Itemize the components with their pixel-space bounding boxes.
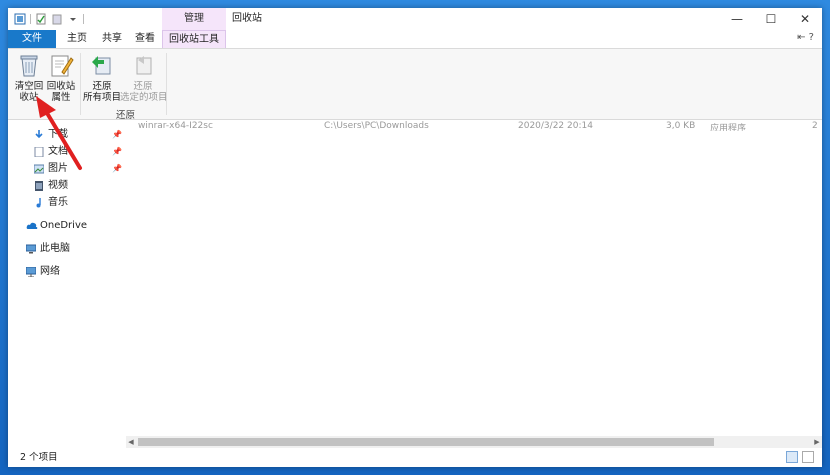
pin-icon[interactable]: 📌 <box>112 164 122 173</box>
details-view-icon[interactable] <box>786 451 798 463</box>
tab-file[interactable]: 文件 <box>8 30 56 48</box>
explorer-app-icon <box>14 13 26 25</box>
restore-selected-icon <box>130 52 156 78</box>
scroll-left-icon[interactable]: ◀ <box>126 436 136 448</box>
recycle-bin-icon <box>16 52 42 78</box>
nav-item-videos[interactable]: 视频 <box>34 178 68 194</box>
nav-label-downloads: 下载 <box>48 129 68 140</box>
nav-label-onedrive: OneDrive <box>40 220 88 231</box>
restore-all-label: 还原 所有项目 <box>82 81 121 103</box>
close-button[interactable]: ✕ <box>788 8 822 30</box>
pin-icon[interactable]: 📌 <box>112 147 122 156</box>
item-count: 2 个项目 <box>20 452 58 463</box>
pin-icon[interactable]: 📌 <box>112 130 122 139</box>
nav-item-onedrive[interactable]: OneDrive <box>26 218 87 234</box>
nav-item-this-pc[interactable]: 此电脑 <box>25 241 70 257</box>
nav-label-documents: 文档 <box>48 146 68 157</box>
window-title: 回收站 <box>232 13 262 24</box>
nav-label-network: 网络 <box>40 266 60 277</box>
recycle-bin-properties-button[interactable]: 回收站 属性 <box>46 52 76 103</box>
empty-recycle-bin-button[interactable]: 清空回 收站 <box>12 52 46 103</box>
tab-view[interactable]: 查看 <box>130 30 160 48</box>
video-icon <box>34 181 44 191</box>
context-group-label: 管理 <box>162 8 226 30</box>
music-note-icon <box>34 198 44 208</box>
nav-label-music: 音乐 <box>48 197 68 208</box>
computer-icon <box>25 244 37 254</box>
ribbon: 清空回 收站 回收站 属性 还原 所有项目 还原 选定的项目 还原 <box>8 49 822 121</box>
file-row-extra: 2 <box>812 121 818 131</box>
properties-pencil-icon <box>48 52 74 78</box>
restore-selected-button[interactable]: 还原 选定的项目 <box>120 52 168 103</box>
ribbon-tabs: 文件 主页 共享 查看 回收站工具 ⇤ ? <box>8 30 822 49</box>
qat-separator-2 <box>83 14 84 24</box>
restore-all-button[interactable]: 还原 所有项目 <box>82 52 122 103</box>
cloud-icon <box>26 221 38 231</box>
restore-all-icon <box>89 52 115 78</box>
maximize-button[interactable]: ☐ <box>754 8 788 30</box>
nav-label-videos: 视频 <box>48 180 68 191</box>
qat-dropdown-icon[interactable] <box>67 13 79 25</box>
quick-access-toolbar <box>14 12 84 26</box>
restore-group-label: 还原 <box>116 110 136 121</box>
properties-icon[interactable] <box>35 13 47 25</box>
title-bar: 管理 回收站 — ☐ ✕ <box>8 8 822 30</box>
download-arrow-icon <box>34 130 44 140</box>
nav-item-downloads[interactable]: 下载 <box>34 127 68 143</box>
new-folder-icon[interactable] <box>51 13 63 25</box>
minimize-button[interactable]: — <box>720 8 754 30</box>
network-icon <box>25 266 37 278</box>
file-list[interactable]: winrar-x64-I22sc C:\Users\PC\Downloads 2… <box>126 120 822 432</box>
file-row-path: C:\Users\PC\Downloads <box>324 121 429 131</box>
ribbon-separator <box>80 53 81 115</box>
qat-separator <box>30 14 31 24</box>
file-row-name[interactable]: winrar-x64-I22sc <box>138 121 213 131</box>
scroll-right-icon[interactable]: ▶ <box>812 436 822 448</box>
recycle-bin-properties-label: 回收站 属性 <box>46 81 76 103</box>
document-icon <box>34 146 44 158</box>
ribbon-toggle-help[interactable]: ⇤ ? <box>797 32 814 43</box>
nav-item-pictures[interactable]: 图片 <box>33 161 68 177</box>
tab-recycle-bin-tools[interactable]: 回收站工具 <box>162 30 226 48</box>
file-row-type: 应用程序 <box>710 124 747 131</box>
status-bar: 2 个项目 <box>8 448 822 467</box>
nav-item-documents[interactable]: 文档 <box>34 144 68 160</box>
file-row-date: 2020/3/22 20:14 <box>518 121 593 131</box>
navigation-pane: 下载 📌 文档 📌 图片 📌 视频 音乐 OneDrive 此电脑 网络 <box>8 120 126 440</box>
file-row-size: 3,0 KB <box>666 121 696 131</box>
file-explorer-window: 管理 回收站 — ☐ ✕ 文件 主页 共享 查看 回收站工具 ⇤ ? 清空回 收… <box>8 8 822 467</box>
horizontal-scrollbar[interactable]: ◀ ▶ <box>126 436 822 448</box>
scrollbar-thumb[interactable] <box>138 438 714 446</box>
nav-label-this-pc: 此电脑 <box>40 243 70 254</box>
tab-home[interactable]: 主页 <box>60 30 94 48</box>
picture-icon <box>33 164 45 174</box>
nav-item-music[interactable]: 音乐 <box>34 195 68 211</box>
tab-share[interactable]: 共享 <box>96 30 128 48</box>
ribbon-separator-2 <box>166 53 167 115</box>
nav-label-pictures: 图片 <box>48 163 68 174</box>
empty-recycle-bin-label: 清空回 收站 <box>14 81 44 103</box>
large-icons-view-icon[interactable] <box>802 451 814 463</box>
nav-item-network[interactable]: 网络 <box>25 264 60 280</box>
restore-selected-label: 还原 选定的项目 <box>120 81 168 103</box>
